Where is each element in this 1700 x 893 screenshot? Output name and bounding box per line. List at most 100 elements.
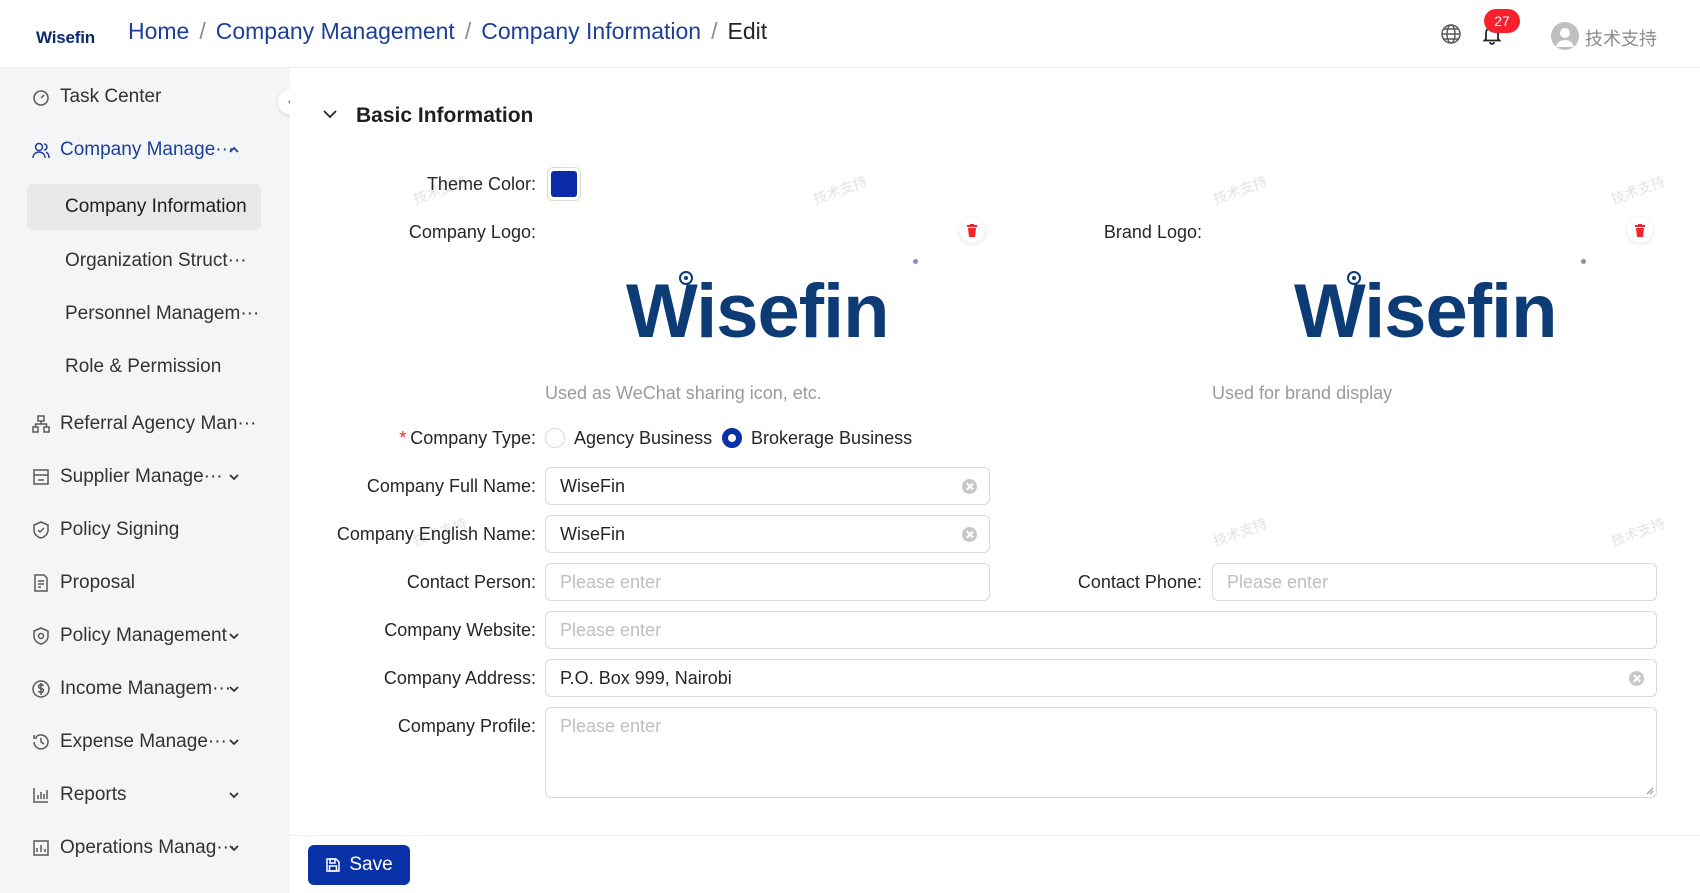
english-name-label: Company English Name: [336, 524, 536, 544]
breadcrumb-company-information[interactable]: Company Information [481, 18, 701, 45]
sidebar-item-label: Income Managem··· [60, 678, 232, 699]
sidebar-item-policy-signing[interactable]: Policy Signing [0, 508, 290, 552]
bar-chart-icon [33, 788, 48, 803]
avatar[interactable] [1551, 22, 1579, 50]
breadcrumb: Home / Company Management / Company Info… [128, 18, 767, 45]
sidebar-item-operations-management[interactable]: Operations Manag··· [0, 826, 290, 870]
save-button[interactable]: Save [308, 845, 410, 885]
company-profile-textarea[interactable]: Please enter [545, 707, 1657, 798]
shield-icon [33, 627, 49, 645]
company-logo-hint: Used as WeChat sharing icon, etc. [545, 383, 822, 403]
sidebar-item-expense-management[interactable]: Expense Manage··· [0, 720, 290, 764]
save-icon [326, 858, 341, 872]
radio-agency-business[interactable] [545, 428, 565, 448]
clear-icon[interactable] [962, 527, 977, 542]
trash-icon [967, 223, 977, 237]
sidebar-item-proposal[interactable]: Proposal [0, 561, 290, 605]
input-value: WiseFin [560, 475, 626, 496]
trash-icon [1635, 223, 1645, 237]
sidebar-item-label: Referral Agency Man··· [60, 413, 257, 434]
sidebar-subitem-label: Company Information [65, 196, 247, 217]
expense-icon [33, 734, 49, 750]
website-label: Company Website: [384, 620, 536, 640]
company-address-input[interactable]: P.O. Box 999, Nairobi [545, 659, 1657, 697]
sidebar-subitem-personnel-management[interactable]: Personnel Managem··· [27, 291, 261, 337]
breadcrumb-company-management[interactable]: Company Management [216, 18, 455, 45]
sidebar-item-label: Policy Management [60, 625, 227, 646]
full-name-label: Company Full Name: [366, 476, 536, 496]
sidebar-item-label: Reports [60, 784, 127, 805]
sidebar-item-reports[interactable]: Reports [0, 773, 290, 817]
dollar-icon [32, 680, 50, 698]
sidebar-subitem-organization-structure[interactable]: Organization Struct··· [27, 238, 261, 284]
brand-logo-image[interactable]: Wisefin [1294, 268, 1558, 355]
clear-icon[interactable] [962, 479, 977, 494]
sidebar-item-label: Proposal [60, 572, 135, 593]
theme-color-label: Theme Color: [426, 174, 536, 194]
sidebar-subitem-label: Role & Permission [65, 356, 222, 377]
sidebar-subitem-role-permission[interactable]: Role & Permission [27, 344, 261, 390]
sidebar-item-task-center[interactable]: Task Center [0, 75, 290, 119]
sidebar-item-label: Expense Manage··· [60, 731, 227, 752]
delete-company-logo-button[interactable] [959, 217, 985, 243]
delete-brand-logo-button[interactable] [1627, 217, 1653, 243]
section-title: Basic Information [356, 104, 534, 127]
footer-bar [290, 835, 1700, 893]
sidebar-item-policy-management[interactable]: Policy Management [0, 614, 290, 658]
breadcrumb-separator: / [711, 18, 718, 44]
sidebar-item-referral-agency[interactable]: Referral Agency Man··· [0, 402, 290, 446]
ops-icon [33, 840, 49, 856]
company-full-name-input[interactable]: WiseFin [545, 467, 990, 505]
clear-icon[interactable] [1629, 671, 1644, 686]
company-logo-image[interactable]: Wisefin [626, 268, 890, 355]
radio-brokerage-business[interactable] [722, 428, 742, 448]
store-icon [33, 469, 49, 485]
company-logo-label: Company Logo: [408, 222, 536, 242]
breadcrumb-edit: Edit [727, 18, 768, 44]
chevron-down-icon [229, 686, 239, 693]
user-name[interactable]: 技术支持 [1585, 25, 1657, 51]
radio-brokerage-business-label[interactable]: Brokerage Business [751, 428, 912, 449]
sidebar-subitem-label: Organization Struct··· [65, 250, 247, 271]
input-placeholder: Please enter [1227, 571, 1329, 592]
org-icon [32, 415, 50, 433]
shield-check-icon [33, 521, 49, 539]
collapse-section-icon[interactable] [322, 106, 338, 122]
theme-color-fill [551, 171, 577, 197]
sidebar-item-label: Policy Signing [60, 519, 180, 540]
contact-phone-label: Contact Phone: [1077, 572, 1202, 592]
breadcrumb-home[interactable]: Home [128, 18, 189, 45]
app-logo[interactable]: Wisefin [36, 28, 95, 48]
company-website-input[interactable]: Please enter [545, 611, 1657, 649]
brand-logo-label: Brand Logo: [1103, 222, 1202, 242]
sidebar-item-income-management[interactable]: Income Managem··· [0, 667, 290, 711]
chevron-down-icon [229, 633, 239, 640]
address-label: Company Address: [383, 668, 536, 688]
sidebar-item-label: Company Manage··· [60, 139, 235, 160]
input-value: WiseFin [560, 523, 626, 544]
input-placeholder: Please enter [560, 619, 662, 640]
notification-badge: 27 [1484, 9, 1520, 33]
textarea-placeholder: Please enter [560, 716, 662, 736]
logo-mark [679, 271, 693, 285]
logo-mark [1347, 271, 1361, 285]
required-marker: * [399, 428, 407, 448]
theme-color-picker[interactable] [547, 167, 581, 201]
sidebar-item-label: Operations Manag··· [60, 837, 236, 858]
chevron-down-icon [229, 845, 239, 852]
sidebar-item-supplier-management[interactable]: Supplier Manage··· [0, 455, 290, 499]
breadcrumb-separator: / [464, 18, 472, 44]
sidebar-subitem-company-information[interactable]: Company Information [27, 184, 261, 230]
contact-person-input[interactable]: Please enter [545, 563, 990, 601]
radio-agency-business-label[interactable]: Agency Business [574, 428, 712, 449]
resize-grip-icon[interactable] [1644, 785, 1654, 795]
document-icon [34, 574, 48, 592]
contact-phone-input[interactable]: Please enter [1212, 563, 1657, 601]
chevron-up-icon [229, 146, 239, 153]
sidebar-item-company-management[interactable]: Company Manage··· [0, 128, 290, 172]
top-header: Wisefin Home / Company Management / Comp… [0, 0, 1700, 68]
sidebar-item-label: Task Center [60, 86, 162, 107]
globe-icon[interactable] [1439, 22, 1463, 46]
company-english-name-input[interactable]: WiseFin [545, 515, 990, 553]
input-value: P.O. Box 999, Nairobi [560, 667, 732, 688]
